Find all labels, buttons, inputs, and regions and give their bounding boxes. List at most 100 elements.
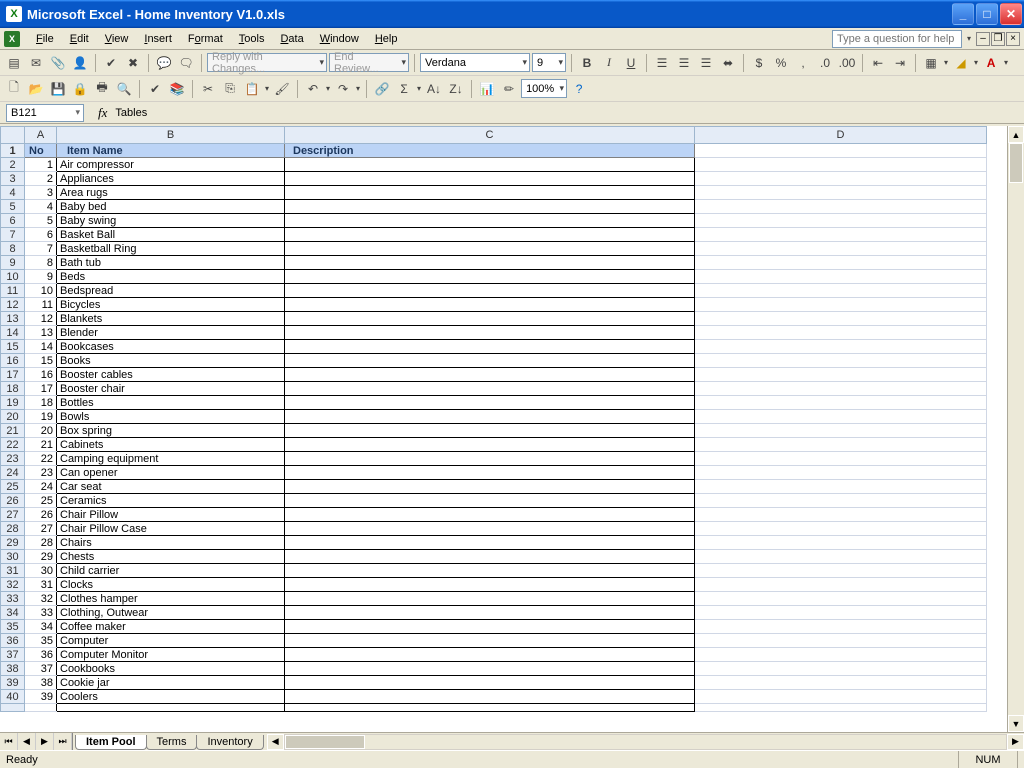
cell[interactable]: Item Name [57,144,285,158]
cell[interactable] [285,312,695,326]
formula-value[interactable]: Tables [115,107,147,119]
row-header[interactable]: 17 [1,368,25,382]
doc-minimize-button[interactable]: – [976,32,990,46]
cell[interactable]: 5 [25,214,57,228]
spreadsheet-grid[interactable]: A B C D 1NoItem NameDescription21Air com… [0,126,1024,732]
cell[interactable]: Chair Pillow Case [57,522,285,536]
cell[interactable]: Can opener [57,466,285,480]
cell[interactable] [285,284,695,298]
cell[interactable] [285,690,695,704]
cell[interactable] [695,480,987,494]
scroll-down-arrow[interactable]: ▼ [1008,715,1024,732]
cell[interactable]: Baby swing [57,214,285,228]
hyperlink-button[interactable]: 🔗 [372,79,392,99]
italic-button[interactable]: I [599,53,619,73]
cell[interactable]: 2 [25,172,57,186]
row-header[interactable]: 27 [1,508,25,522]
accept-change-icon[interactable]: ✔ [101,53,121,73]
row-header[interactable] [1,704,25,712]
undo-button[interactable]: ↶ [303,79,323,99]
cell[interactable]: Cookie jar [57,676,285,690]
cut-button[interactable]: ✂ [198,79,218,99]
vertical-scrollbar[interactable]: ▲ ▼ [1007,126,1024,732]
cell[interactable]: 21 [25,438,57,452]
paste-dropdown-icon[interactable]: ▾ [264,84,270,93]
cell[interactable]: 11 [25,298,57,312]
comment-icon[interactable]: 💬 [154,53,174,73]
cell[interactable]: 20 [25,424,57,438]
tab-nav-last[interactable]: ⏭ [54,733,72,750]
cell[interactable] [285,200,695,214]
cell[interactable]: 22 [25,452,57,466]
cell[interactable] [695,368,987,382]
cell[interactable] [285,158,695,172]
menu-tools[interactable]: Tools [231,31,273,47]
cell[interactable]: 39 [25,690,57,704]
cell[interactable] [695,298,987,312]
cell[interactable] [285,466,695,480]
cell[interactable]: 25 [25,494,57,508]
row-header[interactable]: 7 [1,228,25,242]
scroll-right-arrow[interactable]: ▶ [1007,734,1024,750]
cell[interactable] [695,662,987,676]
help-button[interactable]: ? [569,79,589,99]
cell[interactable]: Bookcases [57,340,285,354]
row-header[interactable]: 11 [1,284,25,298]
cell[interactable]: Cookbooks [57,662,285,676]
cell[interactable] [285,662,695,676]
cell[interactable] [285,634,695,648]
cell[interactable]: Box spring [57,424,285,438]
print-preview-button[interactable]: 🔍 [114,79,134,99]
cell[interactable] [695,410,987,424]
cell[interactable] [695,564,987,578]
row-header[interactable]: 6 [1,214,25,228]
cell[interactable]: 12 [25,312,57,326]
cell[interactable]: 16 [25,368,57,382]
cell[interactable]: Bowls [57,410,285,424]
cell[interactable]: 38 [25,676,57,690]
cell[interactable]: Air compressor [57,158,285,172]
row-header[interactable]: 3 [1,172,25,186]
doc-restore-button[interactable]: ❐ [991,32,1005,46]
cell[interactable]: No [25,144,57,158]
cell[interactable] [695,648,987,662]
sort-asc-button[interactable]: A↓ [424,79,444,99]
reviewer-icon[interactable]: 👤 [70,53,90,73]
underline-button[interactable]: U [621,53,641,73]
menu-insert[interactable]: Insert [136,31,180,47]
row-header[interactable]: 40 [1,690,25,704]
row-header[interactable]: 12 [1,298,25,312]
cell[interactable]: Basket Ball [57,228,285,242]
cell[interactable]: Booster chair [57,382,285,396]
reject-change-icon[interactable]: ✖ [123,53,143,73]
cell[interactable]: Booster cables [57,368,285,382]
cell[interactable] [695,382,987,396]
sort-desc-button[interactable]: Z↓ [446,79,466,99]
cell[interactable] [285,298,695,312]
cell[interactable]: 19 [25,410,57,424]
cell[interactable] [695,690,987,704]
row-header[interactable]: 33 [1,592,25,606]
cell[interactable]: Clothes hamper [57,592,285,606]
cell[interactable] [285,494,695,508]
cell[interactable]: Ceramics [57,494,285,508]
menu-edit[interactable]: Edit [62,31,97,47]
scroll-up-arrow[interactable]: ▲ [1008,126,1024,143]
open-button[interactable]: 📂 [26,79,46,99]
cell[interactable]: 4 [25,200,57,214]
decrease-decimal-button[interactable]: .00 [837,53,857,73]
spelling-button[interactable]: ✔ [145,79,165,99]
cell[interactable] [695,578,987,592]
cell[interactable] [285,214,695,228]
cell[interactable] [695,466,987,480]
row-header[interactable]: 15 [1,340,25,354]
cell[interactable]: 13 [25,326,57,340]
cell[interactable]: Blankets [57,312,285,326]
row-header[interactable]: 1 [1,144,25,158]
cell[interactable] [285,592,695,606]
row-header[interactable]: 2 [1,158,25,172]
permission-button[interactable]: 🔒 [70,79,90,99]
row-header[interactable]: 18 [1,382,25,396]
comma-style-button[interactable]: , [793,53,813,73]
cell[interactable]: Chests [57,550,285,564]
